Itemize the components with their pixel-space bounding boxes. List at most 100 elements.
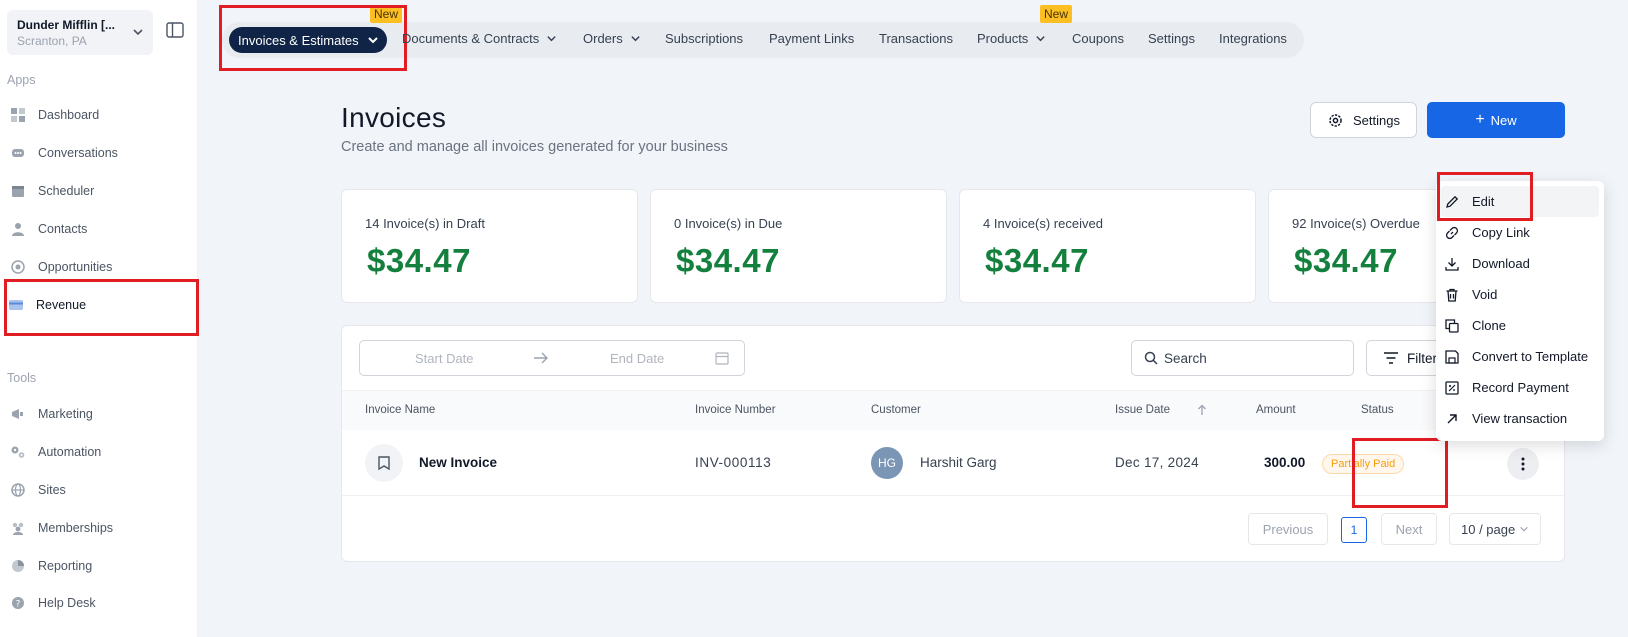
stat-card-received: 4 Invoice(s) received $34.47 xyxy=(959,189,1256,303)
menu-item-label: Edit xyxy=(1472,194,1495,209)
download-icon xyxy=(1445,257,1459,271)
sidebar-item-label: Help Desk xyxy=(38,596,96,610)
sidebar-item-conversations[interactable]: Conversations xyxy=(10,141,118,165)
column-header[interactable]: Amount xyxy=(1256,404,1296,416)
tab-label: Products xyxy=(977,31,1029,46)
row-actions-button[interactable] xyxy=(1507,448,1539,480)
chevron-down-icon xyxy=(1520,526,1528,532)
page-size-value: 10 / page xyxy=(1461,521,1516,537)
tab-label: Payment Links xyxy=(769,31,855,46)
pagination-previous-button[interactable]: Previous xyxy=(1248,513,1328,545)
settings-button-label: Settings xyxy=(1353,112,1400,128)
menu-item-record-payment[interactable]: Record Payment xyxy=(1436,372,1604,403)
stat-value: $34.47 xyxy=(367,242,471,279)
sidebar-item-automation[interactable]: Automation xyxy=(10,440,101,464)
sidebar: Dunder Mifflin [... Scranton, PA Apps Da… xyxy=(0,0,198,637)
tab-coupons[interactable]: Coupons xyxy=(1072,31,1124,46)
table-row[interactable]: New Invoice INV-000113 HG Harshit Garg D… xyxy=(342,430,1564,496)
menu-item-void[interactable]: Void xyxy=(1436,279,1604,310)
new-badge: New xyxy=(370,5,403,23)
pagination-current-page[interactable]: 1 xyxy=(1341,517,1367,543)
amount: 300.00 xyxy=(1264,455,1306,470)
menu-item-clone[interactable]: Clone xyxy=(1436,310,1604,341)
filter-button-label: Filter xyxy=(1407,350,1437,366)
new-button-label: New xyxy=(1490,112,1517,128)
location-switcher[interactable]: Dunder Mifflin [... Scranton, PA xyxy=(7,10,153,55)
tab-documents-contracts[interactable]: Documents & Contracts xyxy=(402,31,557,46)
tab-transactions[interactable]: Transactions xyxy=(879,31,953,46)
column-header[interactable]: Invoice Number xyxy=(695,404,776,416)
tab-subscriptions[interactable]: Subscriptions xyxy=(665,31,743,46)
apps-section-title: Apps xyxy=(7,73,36,87)
invoices-table-panel: Start Date End Date Filter Invoice Name … xyxy=(341,325,1565,562)
stat-label: 14 Invoice(s) in Draft xyxy=(365,216,485,231)
tab-settings[interactable]: Settings xyxy=(1148,31,1195,46)
new-invoice-button[interactable]: + New xyxy=(1427,102,1565,138)
user-icon xyxy=(12,223,24,236)
start-date-input[interactable]: Start Date xyxy=(415,351,474,366)
tab-label: Settings xyxy=(1148,31,1195,46)
sidebar-collapse-icon[interactable] xyxy=(166,22,184,38)
column-header[interactable]: Status xyxy=(1361,404,1394,416)
calendar-icon xyxy=(715,352,729,365)
receipt-icon xyxy=(1445,380,1459,395)
end-date-input[interactable]: End Date xyxy=(610,351,664,366)
menu-item-label: Convert to Template xyxy=(1472,349,1589,364)
tab-orders[interactable]: Orders xyxy=(583,31,641,46)
date-range-picker[interactable]: Start Date End Date xyxy=(359,340,745,376)
menu-item-download[interactable]: Download xyxy=(1436,248,1604,279)
chevron-down-icon xyxy=(547,36,556,42)
sidebar-item-label: Dashboard xyxy=(38,108,100,122)
products-new-badge: New xyxy=(1040,5,1073,23)
pagination-next-button[interactable]: Next xyxy=(1381,513,1437,545)
menu-item-label: Record Payment xyxy=(1472,380,1569,395)
tools-section-title: Tools xyxy=(7,371,37,385)
column-header[interactable]: Invoice Name xyxy=(365,404,435,416)
invoice-name[interactable]: New Invoice xyxy=(419,455,497,470)
sidebar-item-marketing[interactable]: Marketing xyxy=(10,402,93,426)
customer-name: Harshit Garg xyxy=(920,455,997,470)
sidebar-item-revenue[interactable]: Revenue xyxy=(8,293,86,317)
tab-invoices-estimates[interactable]: Invoices & Estimates xyxy=(229,27,387,53)
menu-item-label: Clone xyxy=(1472,318,1506,333)
sidebar-item-scheduler[interactable]: Scheduler xyxy=(10,179,94,203)
avatar-initials: HG xyxy=(878,456,896,470)
column-header-issue-date[interactable]: Issue Date xyxy=(1115,404,1208,416)
search-box[interactable] xyxy=(1131,340,1354,376)
column-header[interactable]: Customer xyxy=(871,404,921,416)
page-size-select[interactable]: 10 / page xyxy=(1449,513,1541,545)
sidebar-item-dashboard[interactable]: Dashboard xyxy=(10,103,99,127)
sidebar-item-label: Contacts xyxy=(38,222,88,236)
gears-icon xyxy=(11,446,25,458)
tab-label: Subscriptions xyxy=(665,31,744,46)
plus-icon: + xyxy=(1475,111,1485,128)
search-input[interactable] xyxy=(1164,350,1344,366)
menu-item-edit[interactable]: Edit xyxy=(1441,186,1599,217)
avatar: HG xyxy=(871,447,903,479)
sidebar-item-opportunities[interactable]: Opportunities xyxy=(10,255,112,279)
sidebar-item-memberships[interactable]: Memberships xyxy=(10,516,113,540)
table-header: Invoice Name Invoice Number Customer Iss… xyxy=(342,390,1564,430)
sidebar-item-reporting[interactable]: Reporting xyxy=(10,554,92,578)
sidebar-item-contacts[interactable]: Contacts xyxy=(10,217,87,241)
menu-item-view-transaction[interactable]: View transaction xyxy=(1436,403,1604,434)
people-icon xyxy=(12,522,24,535)
tab-payment-links[interactable]: Payment Links xyxy=(769,31,854,46)
sidebar-item-label: Conversations xyxy=(38,146,118,160)
sidebar-item-label: Opportunities xyxy=(38,260,113,274)
settings-button[interactable]: Settings xyxy=(1310,102,1417,138)
sort-arrow-up-icon[interactable] xyxy=(1196,404,1208,416)
sidebar-item-help-desk[interactable]: ? Help Desk xyxy=(10,591,96,615)
tab-integrations[interactable]: Integrations xyxy=(1219,31,1287,46)
sidebar-item-sites[interactable]: Sites xyxy=(10,478,66,502)
tab-label: Orders xyxy=(583,31,623,46)
stat-value: $34.47 xyxy=(1294,242,1398,279)
menu-item-convert-to-template[interactable]: Convert to Template xyxy=(1436,341,1604,372)
save-icon xyxy=(1445,349,1459,364)
menu-item-copy-link[interactable]: Copy Link xyxy=(1436,217,1604,248)
tab-products[interactable]: Products xyxy=(977,31,1046,46)
invoice-doc-icon xyxy=(365,444,403,482)
external-arrow-icon xyxy=(1447,413,1457,423)
link-icon xyxy=(1445,226,1459,239)
stat-label: 4 Invoice(s) received xyxy=(983,216,1103,231)
